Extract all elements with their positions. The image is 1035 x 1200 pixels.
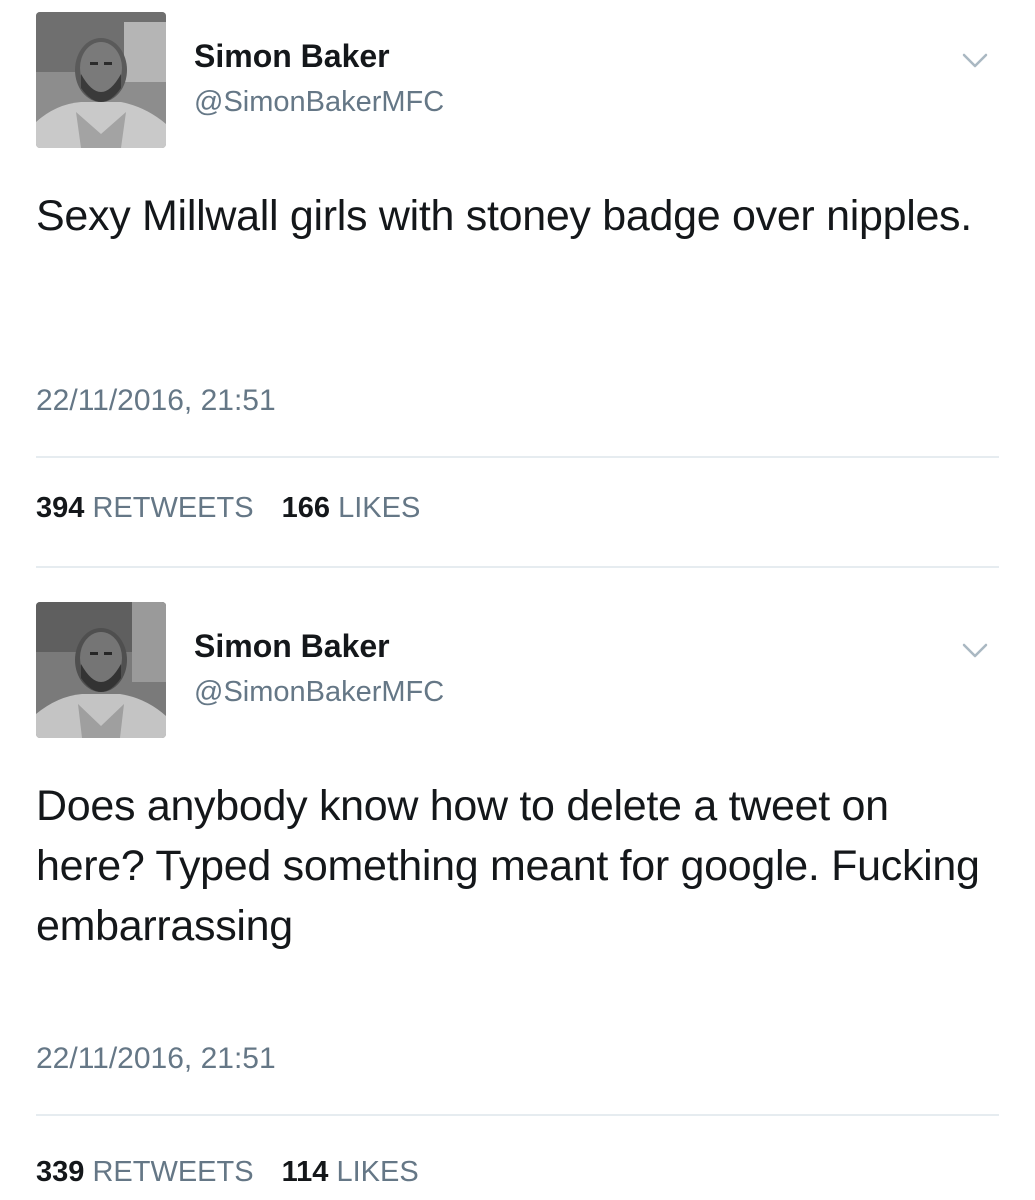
divider	[36, 456, 999, 458]
tweet-timestamp[interactable]: 22/11/2016, 21:51	[36, 384, 276, 418]
tweet-stats: 339 RETWEETS 114 LIKES	[36, 1156, 439, 1189]
like-label[interactable]: LIKES	[338, 492, 420, 524]
tweet-text: Sexy Millwall girls with stoney badge ov…	[36, 192, 972, 240]
tweet-card: Simon Baker @SimonBakerMFC Does anybody …	[0, 590, 1035, 1200]
chevron-down-icon[interactable]	[961, 640, 989, 662]
profile-photo-icon[interactable]	[36, 12, 166, 148]
tweet-timestamp[interactable]: 22/11/2016, 21:51	[36, 1042, 276, 1076]
retweet-count[interactable]: 339	[36, 1156, 84, 1188]
tweet-stats: 394 RETWEETS 166 LIKES	[36, 492, 440, 525]
divider	[36, 566, 999, 568]
retweet-count[interactable]: 394	[36, 492, 84, 524]
profile-photo-icon[interactable]	[36, 602, 166, 738]
user-name[interactable]: Simon Baker	[194, 38, 390, 75]
user-name[interactable]: Simon Baker	[194, 628, 390, 665]
tweet-card: Simon Baker @SimonBakerMFC Sexy Millwall…	[0, 0, 1035, 580]
like-label[interactable]: LIKES	[337, 1156, 419, 1188]
retweet-label[interactable]: RETWEETS	[92, 1156, 253, 1188]
user-handle[interactable]: @SimonBakerMFC	[194, 86, 444, 119]
tweet-text: Does anybody know how to delete a tweet …	[36, 782, 980, 950]
like-count[interactable]: 166	[282, 492, 330, 524]
like-count[interactable]: 114	[282, 1156, 329, 1188]
user-handle[interactable]: @SimonBakerMFC	[194, 676, 444, 709]
retweet-label[interactable]: RETWEETS	[92, 492, 253, 524]
chevron-down-icon[interactable]	[961, 50, 989, 72]
divider	[36, 1114, 999, 1116]
